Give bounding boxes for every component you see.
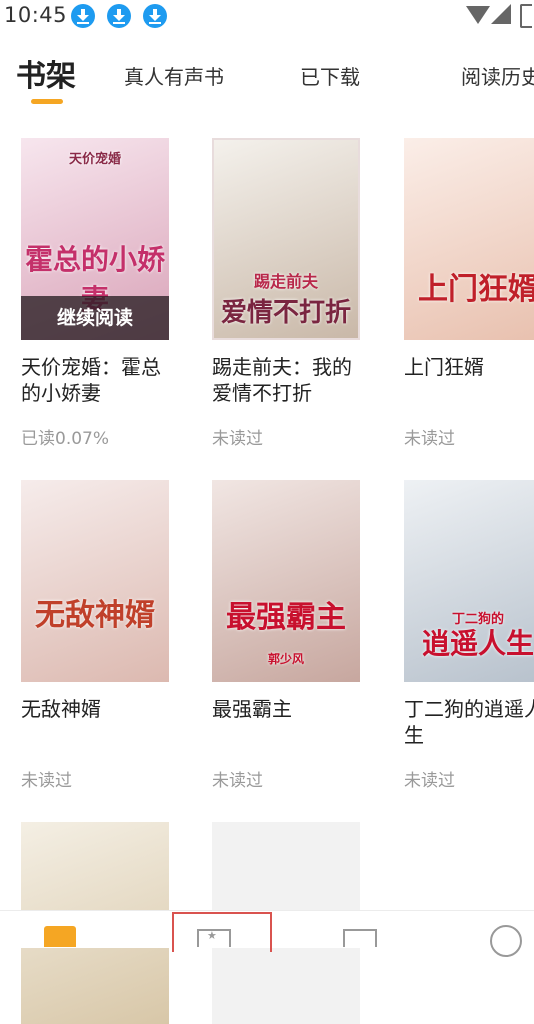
battery-icon	[520, 4, 532, 28]
cover-author: 郭少风	[267, 652, 304, 666]
download-icon	[107, 4, 131, 28]
bookstore-icon[interactable]	[197, 929, 231, 947]
book-title[interactable]: 天价宠婚：霍总的小娇妻	[21, 354, 173, 406]
book-title[interactable]: 踢走前夫：我的爱情不打折	[212, 354, 364, 406]
continue-reading-label[interactable]: 继续阅读	[21, 296, 169, 340]
book-title[interactable]: 丁二狗的逍遥人生	[404, 696, 534, 748]
tab-bookshelf[interactable]: 书架	[16, 52, 76, 102]
tab-reading-history[interactable]: 阅读历史	[461, 52, 534, 102]
reading-progress: 未读过	[21, 771, 72, 791]
signal-icon	[491, 4, 511, 24]
cover-title: 逍遥人生	[421, 627, 534, 660]
book-title[interactable]: 无敌神婿	[21, 696, 173, 722]
book-cover[interactable]: 踢走前夫 爱情不打折	[212, 138, 360, 340]
cover-subtitle: 天价宠婚	[68, 152, 121, 167]
book-cover[interactable]: 无敌神婿	[21, 480, 169, 682]
book-title[interactable]: 上门狂婿	[404, 354, 534, 380]
active-tab-indicator	[31, 99, 63, 104]
reading-progress: 已读0.07%	[21, 429, 110, 449]
wifi-icon	[466, 6, 490, 24]
reading-progress: 未读过	[212, 429, 263, 449]
profile-icon[interactable]	[490, 925, 522, 957]
status-bar: 10:45	[0, 0, 534, 32]
cover-title: 爱情不打折	[220, 298, 351, 328]
book-cover[interactable]: 上门狂婿	[404, 138, 534, 340]
reading-progress: 未读过	[404, 771, 455, 791]
book-cover[interactable]: 天价宠婚 霍总的小娇妻 继续阅读	[21, 138, 169, 340]
book-title[interactable]: 最强霸主	[212, 696, 364, 722]
cover-title: 最强霸主	[226, 600, 346, 635]
cover-title: 无敌神婿	[35, 598, 155, 633]
reading-progress: 未读过	[404, 429, 455, 449]
tab-downloaded[interactable]: 已下载	[300, 52, 360, 102]
top-tabs: 书架 真人有声书 已下载 阅读历史	[0, 52, 534, 112]
download-icon	[143, 4, 167, 28]
book-cover[interactable]: 丁二狗的 逍遥人生	[404, 480, 534, 682]
download-icon	[71, 4, 95, 28]
bookshelf-icon[interactable]	[44, 926, 76, 947]
reading-progress: 未读过	[212, 771, 263, 791]
cover-art	[404, 138, 534, 340]
cover-title: 上门狂婿	[418, 272, 534, 307]
page-icon[interactable]	[343, 929, 377, 947]
cover-art	[21, 480, 169, 682]
cover-subtitle: 踢走前夫	[253, 272, 318, 291]
status-time: 10:45	[4, 3, 68, 27]
tab-audiobooks[interactable]: 真人有声书	[124, 52, 224, 102]
book-cover[interactable]: 最强霸主 郭少风	[212, 480, 360, 682]
